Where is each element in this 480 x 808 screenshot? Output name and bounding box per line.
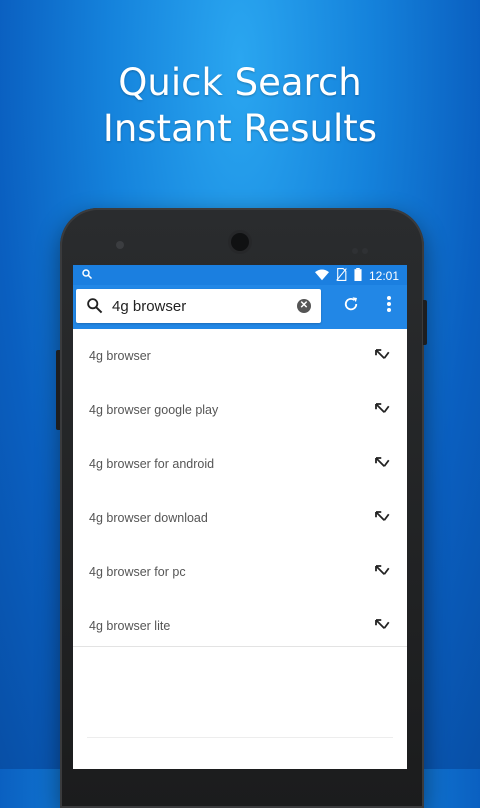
- phone-power-button: [423, 300, 427, 345]
- suggestion-list: 4g browser 4g browser google play 4g bro…: [73, 329, 407, 653]
- fill-query-arrow-icon[interactable]: [373, 401, 391, 419]
- phone-screen: 12:01 ✕ 4g browser 4g browser google pla…: [73, 265, 407, 769]
- list-item[interactable]: 4g browser lite: [73, 599, 407, 653]
- search-toolbar: ✕: [73, 285, 407, 329]
- list-item[interactable]: 4g browser google play: [73, 383, 407, 437]
- status-bar: 12:01: [73, 265, 407, 285]
- suggestion-text: 4g browser for android: [89, 457, 215, 471]
- no-sim-icon: [336, 268, 347, 284]
- list-item[interactable]: 4g browser for android: [73, 437, 407, 491]
- wifi-icon: [314, 268, 329, 284]
- fill-query-arrow-icon[interactable]: [373, 617, 391, 635]
- front-camera-icon: [231, 233, 249, 251]
- phone-volume-button: [56, 350, 60, 430]
- search-input[interactable]: [112, 295, 292, 317]
- headline-line-1: Quick Search: [118, 61, 362, 104]
- more-vertical-icon[interactable]: [377, 295, 401, 319]
- status-time: 12:01: [368, 269, 399, 283]
- refresh-icon[interactable]: [339, 295, 363, 319]
- front-sensor-icon: [116, 241, 124, 249]
- fill-query-arrow-icon[interactable]: [373, 455, 391, 473]
- search-icon: [81, 268, 93, 283]
- fill-query-arrow-icon[interactable]: [373, 509, 391, 527]
- clear-search-icon[interactable]: ✕: [297, 299, 311, 313]
- suggestion-text: 4g browser google play: [89, 403, 219, 417]
- suggestion-text: 4g browser for pc: [89, 565, 186, 579]
- list-divider: [73, 646, 407, 647]
- list-item[interactable]: 4g browser: [73, 329, 407, 383]
- promo-headline: Quick Search Instant Results: [0, 60, 480, 152]
- list-item[interactable]: 4g browser for pc: [73, 545, 407, 599]
- fill-query-arrow-icon[interactable]: [373, 347, 391, 365]
- battery-icon: [354, 268, 362, 284]
- list-item[interactable]: 4g browser download: [73, 491, 407, 545]
- proximity-sensors-icon: [352, 241, 372, 254]
- fill-query-arrow-icon[interactable]: [373, 563, 391, 581]
- headline-line-2: Instant Results: [102, 107, 378, 150]
- search-icon: [86, 297, 103, 319]
- search-box[interactable]: ✕: [76, 289, 321, 323]
- suggestion-text: 4g browser: [89, 349, 151, 363]
- suggestion-text: 4g browser download: [89, 511, 208, 525]
- bottom-divider: [87, 737, 393, 738]
- suggestion-text: 4g browser lite: [89, 619, 171, 633]
